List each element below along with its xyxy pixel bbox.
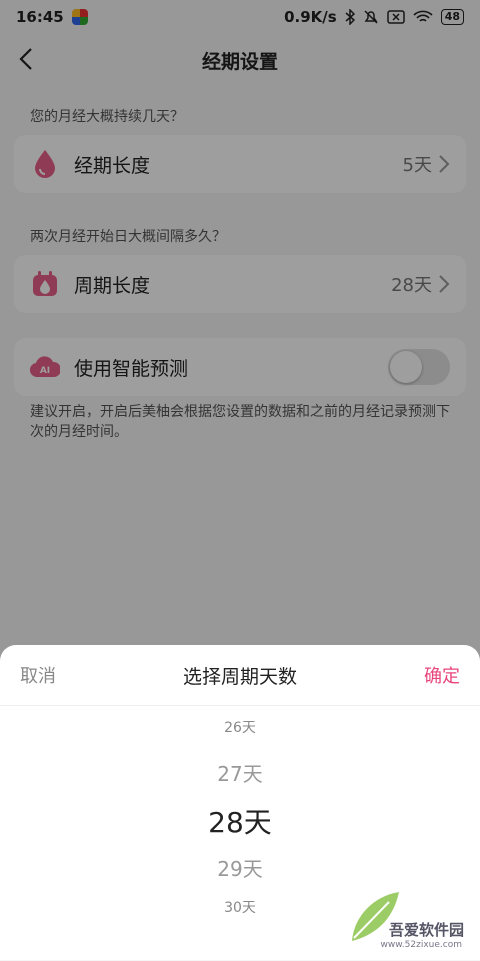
cancel-button[interactable]: 取消 — [20, 662, 56, 688]
picker-option[interactable]: 27天 — [0, 758, 480, 787]
sheet-title: 选择周期天数 — [182, 665, 297, 688]
watermark-url: www.52zixue.com — [380, 940, 462, 950]
cycle-picker-sheet: 取消 选择周期天数 确定 26天 27天 28天 29天 30天 吾爱软件园 w… — [0, 645, 480, 960]
confirm-button[interactable]: 确定 — [424, 662, 460, 688]
watermark: 吾爱软件园 www.52zixue.com — [344, 886, 474, 954]
picker-option[interactable]: 26天 — [0, 717, 480, 737]
watermark-text: 吾爱软件园 — [388, 921, 464, 939]
sheet-header: 取消 选择周期天数 确定 — [0, 645, 480, 706]
picker-option[interactable]: 29天 — [0, 853, 480, 882]
picker-option-selected[interactable]: 28天 — [0, 801, 480, 841]
